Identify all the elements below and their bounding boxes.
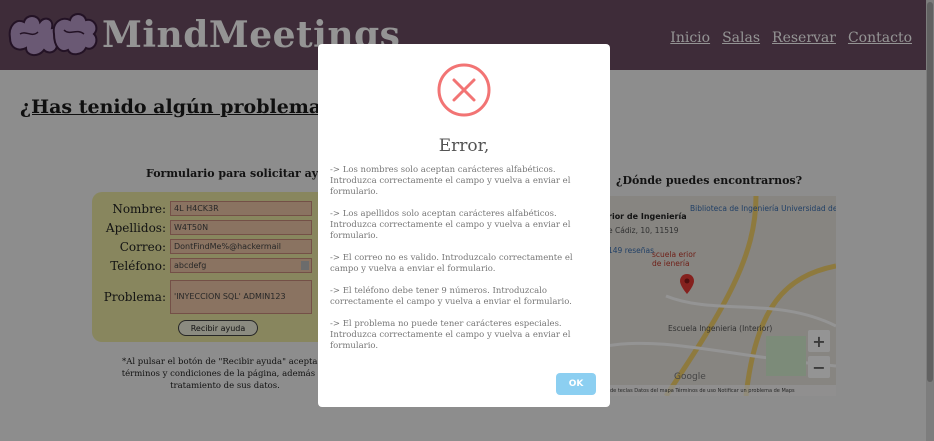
dialog-title: Error, xyxy=(438,136,490,156)
error-x-icon xyxy=(437,63,491,117)
ok-button[interactable]: OK xyxy=(556,373,596,395)
error-message: -> Los apellidos solo aceptan carácteres… xyxy=(330,209,571,241)
error-message: -> El correo no es valido. Introduzcalo … xyxy=(330,253,573,274)
error-message: -> El problema no puede tener carácteres… xyxy=(330,319,571,351)
error-message: -> El teléfono debe tener 9 números. Int… xyxy=(330,286,572,307)
error-messages: -> Los nombres solo aceptan carácteres a… xyxy=(330,165,602,363)
error-message: -> Los nombres solo aceptan carácteres a… xyxy=(330,165,571,197)
error-dialog: Error, -> Los nombres solo aceptan carác… xyxy=(318,44,610,407)
